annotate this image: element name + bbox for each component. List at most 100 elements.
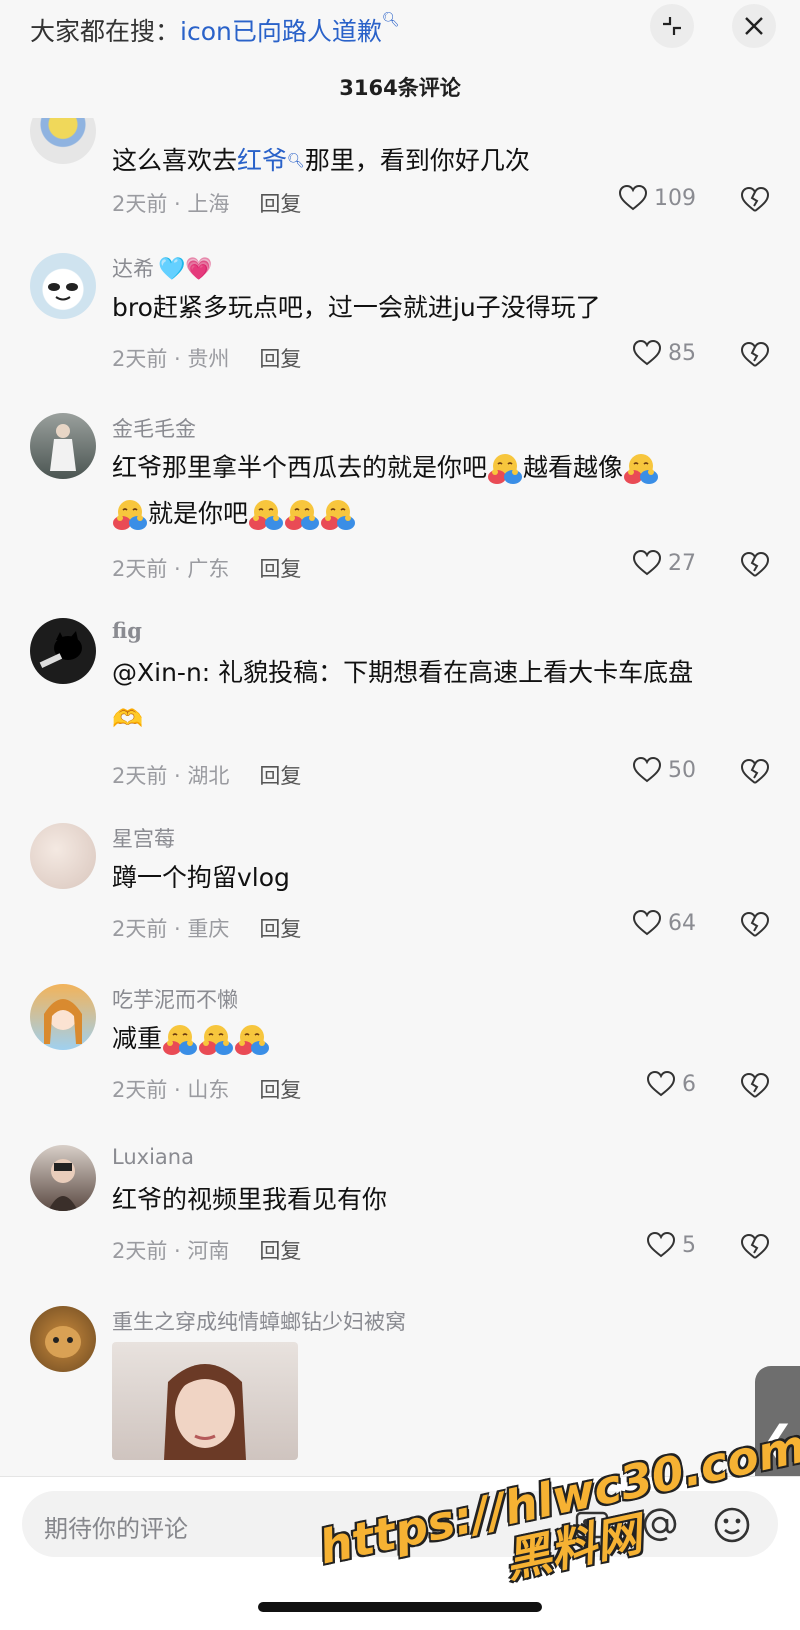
comment-image-art bbox=[164, 1364, 246, 1460]
comment-input-placeholder: 期待你的评论 bbox=[44, 1515, 188, 1543]
like-count: 6 bbox=[682, 1071, 696, 1097]
search-suggestion[interactable]: 大家都在搜：icon已向路人道歉🔍︎ bbox=[30, 12, 400, 48]
comment-item: 这么喜欢去红爷🔍︎那里，看到你好几次 2天前 · 上海 回复 109 bbox=[0, 118, 800, 238]
dislike-icon[interactable] bbox=[740, 1072, 770, 1100]
comment-emoji: 🫶 bbox=[112, 704, 144, 733]
dislike-icon[interactable] bbox=[740, 341, 770, 369]
like-count: 27 bbox=[668, 550, 696, 576]
dislike-icon[interactable] bbox=[740, 551, 770, 579]
like-button[interactable]: 5 bbox=[646, 1231, 696, 1259]
avatar[interactable] bbox=[30, 413, 96, 479]
like-count: 50 bbox=[668, 757, 696, 783]
avatar[interactable] bbox=[30, 253, 96, 319]
like-button[interactable]: 109 bbox=[618, 184, 696, 212]
username-text: 达希 bbox=[112, 257, 154, 281]
like-count: 5 bbox=[682, 1232, 696, 1258]
heart-icon bbox=[632, 909, 662, 937]
username[interactable]: 吃芋泥而不懒 bbox=[112, 984, 238, 1014]
comment-text: @Xin-n: 礼貌投稿：下期想看在高速上看大卡车底盘 🫶 bbox=[112, 650, 752, 742]
username[interactable]: fig bbox=[112, 618, 142, 643]
username[interactable]: 金毛毛金 bbox=[112, 413, 196, 443]
comment-time: 2天前 bbox=[112, 347, 168, 371]
heart-icon bbox=[632, 339, 662, 367]
reply-button[interactable]: 回复 bbox=[259, 764, 301, 788]
hug-emoji-icon bbox=[112, 499, 148, 531]
like-button[interactable]: 27 bbox=[632, 549, 696, 577]
avatar[interactable] bbox=[30, 984, 96, 1050]
comment-text: 红爷那里拿半个西瓜去的就是你吧 越看越像 就是你吧 bbox=[112, 445, 752, 537]
close-button[interactable] bbox=[732, 4, 776, 48]
avatar-art bbox=[48, 283, 78, 301]
like-button[interactable]: 6 bbox=[646, 1070, 696, 1098]
avatar-art bbox=[44, 999, 82, 1044]
dislike-icon[interactable] bbox=[740, 186, 770, 214]
hug-emoji-icon bbox=[320, 499, 356, 531]
comment-meta: 2天前 · 山东 回复 bbox=[112, 1078, 302, 1102]
hug-emoji-icon bbox=[248, 499, 284, 531]
comment-time: 2天前 bbox=[112, 1078, 168, 1102]
comment-text-part: 越看越像 bbox=[523, 453, 624, 482]
comment-time: 2天前 bbox=[112, 917, 168, 941]
avatar[interactable] bbox=[30, 1306, 96, 1372]
comment-text-part: 就是你吧 bbox=[148, 499, 249, 528]
avatar-art bbox=[45, 1326, 81, 1358]
heart-icon bbox=[632, 549, 662, 577]
avatar[interactable] bbox=[30, 618, 96, 684]
comment-meta: 2天前 · 河南 回复 bbox=[112, 1239, 302, 1263]
avatar[interactable] bbox=[30, 823, 96, 889]
top-bar: 大家都在搜：icon已向路人道歉🔍︎ bbox=[0, 0, 800, 56]
hug-emoji-icon bbox=[234, 1024, 270, 1056]
hug-emoji-icon bbox=[284, 499, 320, 531]
username[interactable]: 星宫莓 bbox=[112, 823, 175, 853]
comment-location: 上海 bbox=[187, 192, 230, 216]
like-button[interactable]: 50 bbox=[632, 756, 696, 784]
collapse-icon bbox=[663, 17, 681, 35]
reply-button[interactable]: 回复 bbox=[259, 557, 301, 581]
username[interactable]: Luxiana bbox=[112, 1145, 194, 1169]
reply-button[interactable]: 回复 bbox=[259, 917, 301, 941]
heart-icon bbox=[646, 1231, 676, 1259]
comment-text-part: 减重 bbox=[112, 1024, 163, 1053]
comment-keyword-link[interactable]: 红爷 bbox=[237, 146, 287, 175]
search-suggestion-prefix: 大家都在搜： bbox=[30, 17, 181, 46]
comment-time: 2天前 bbox=[112, 192, 168, 216]
avatar[interactable] bbox=[30, 1145, 96, 1211]
comment-time: 2天前 bbox=[112, 557, 168, 581]
reply-button[interactable]: 回复 bbox=[259, 192, 301, 216]
avatar[interactable] bbox=[30, 118, 96, 164]
reply-button[interactable]: 回复 bbox=[259, 1239, 301, 1263]
dislike-icon[interactable] bbox=[740, 758, 770, 786]
hug-emoji-icon bbox=[162, 1024, 198, 1056]
comment-text: 蹲一个拘留vlog bbox=[112, 863, 290, 892]
comment-location: 河南 bbox=[187, 1239, 230, 1263]
comment-image[interactable] bbox=[112, 1342, 298, 1460]
close-icon bbox=[745, 17, 763, 35]
username[interactable]: 达希 🩵💗 bbox=[112, 253, 213, 283]
avatar-art bbox=[50, 424, 76, 471]
comment-item: 达希 🩵💗 bro赶紧多玩点吧，过一会就进ju子没得玩了 2天前 · 贵州 回复 8… bbox=[0, 253, 800, 403]
comment-location: 广东 bbox=[187, 557, 230, 581]
comment-item: Luxiana 红爷的视频里我看见有你 2天前 · 河南 回复 5 bbox=[0, 1145, 800, 1295]
like-button[interactable]: 64 bbox=[632, 909, 696, 937]
comment-text: 红爷的视频里我看见有你 bbox=[112, 1185, 388, 1214]
reply-button[interactable]: 回复 bbox=[259, 1078, 301, 1102]
comment-text-part: 这么喜欢去 bbox=[112, 146, 238, 175]
username[interactable]: 重生之穿成纯情蟑螂钻少妇被窝 bbox=[112, 1306, 406, 1336]
comment-meta: 2天前 · 广东 回复 bbox=[112, 557, 302, 581]
collapse-button[interactable] bbox=[650, 4, 694, 48]
comment-meta: 2天前 · 湖北 回复 bbox=[112, 764, 302, 788]
reply-button[interactable]: 回复 bbox=[259, 347, 301, 371]
comment-text-part: @Xin-n: 礼貌投稿：下期想看在高速上看大卡车底盘 bbox=[112, 658, 694, 687]
dislike-icon[interactable] bbox=[740, 1233, 770, 1261]
comment-list[interactable]: 这么喜欢去红爷🔍︎那里，看到你好几次 2天前 · 上海 回复 109 达希 🩵💗 b… bbox=[0, 118, 800, 1476]
comment-meta: 2天前 · 上海 回复 bbox=[112, 192, 302, 216]
hug-emoji-icon bbox=[487, 453, 523, 485]
like-count: 109 bbox=[654, 185, 696, 211]
heart-icon bbox=[646, 1070, 676, 1098]
like-button[interactable]: 85 bbox=[632, 339, 696, 367]
comment-item: 金毛毛金 红爷那里拿半个西瓜去的就是你吧 越看越像 就是你吧 2天前 · 广东 回复 … bbox=[0, 413, 800, 608]
comment-text: 减重 bbox=[112, 1016, 752, 1062]
search-suggestion-keyword[interactable]: icon已向路人道歉 bbox=[180, 17, 382, 46]
dislike-icon[interactable] bbox=[740, 911, 770, 939]
hug-emoji-icon bbox=[623, 453, 659, 485]
